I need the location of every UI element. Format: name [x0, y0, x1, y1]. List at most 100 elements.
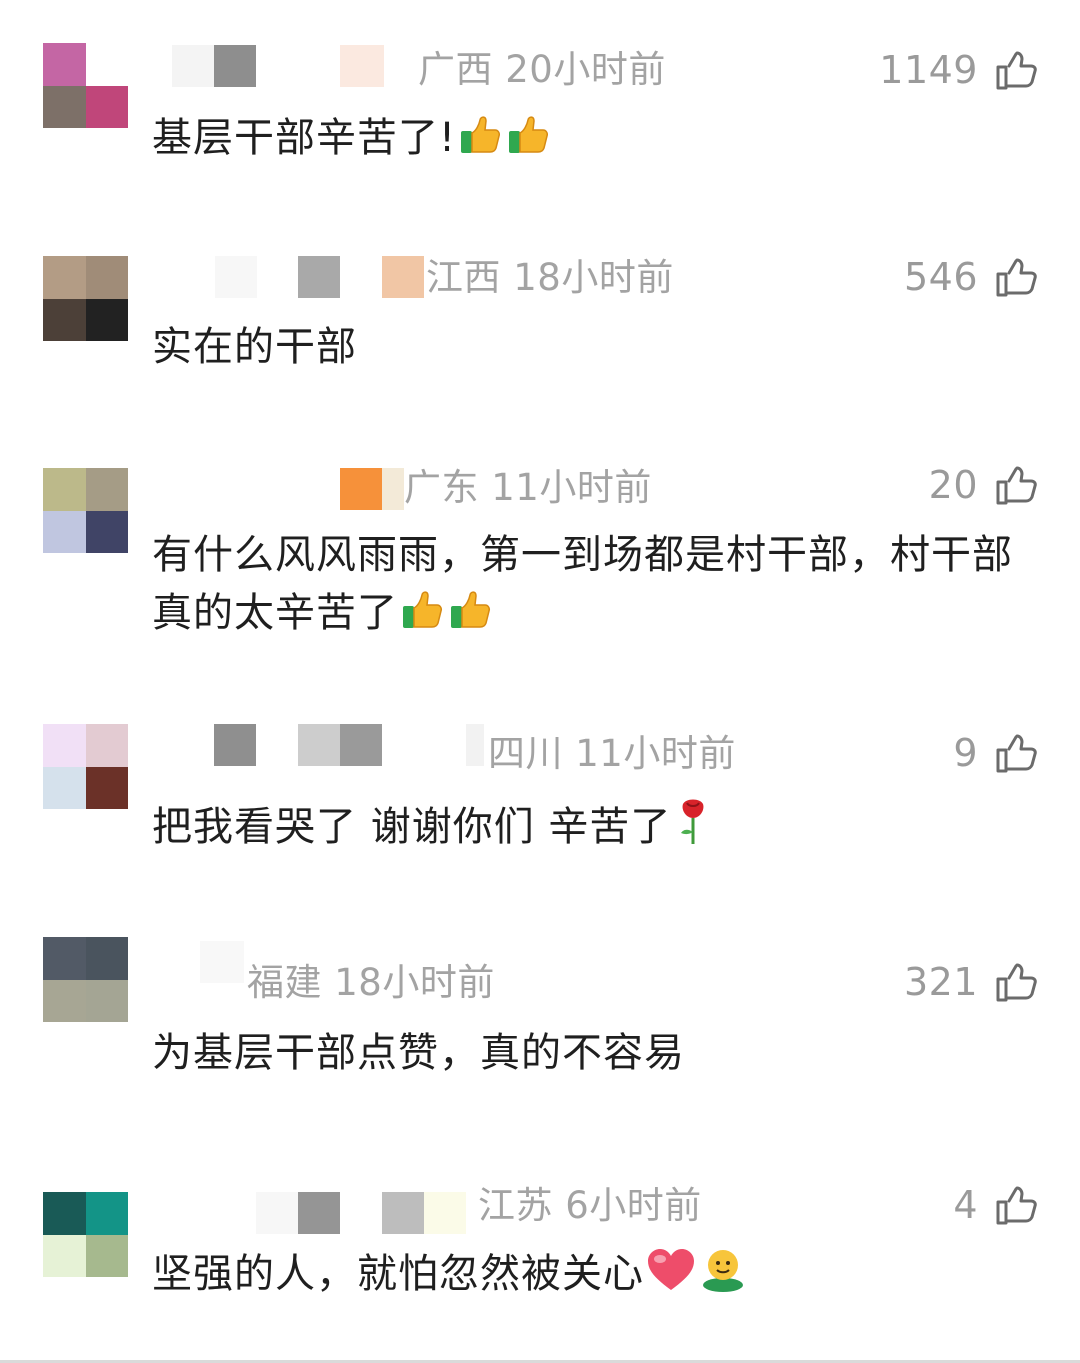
avatar-pixel	[85, 468, 128, 511]
comment-body: 把我看哭了 谢谢你们 辛苦了	[152, 796, 1020, 862]
comment-location: 福建	[247, 961, 322, 1004]
thumbs-up-icon	[996, 258, 1037, 297]
like-button[interactable]: 546	[904, 254, 1038, 300]
comment-text: 有什么风风雨雨，第一到场都是村干部，村干部真的太辛苦了	[152, 532, 1013, 636]
comment-body: 坚强的人，就怕忽然被关心	[152, 1245, 1020, 1309]
avatar-pixel	[43, 724, 86, 767]
avatar[interactable]	[43, 724, 128, 809]
comment-text: 为基层干部点赞，真的不容易	[152, 1030, 685, 1076]
thumbs-up-icon	[996, 51, 1037, 90]
comment-meta: 广西 20小时前	[418, 50, 666, 90]
thumbs-up-icon	[996, 734, 1037, 773]
thumbs-up-emoji	[448, 586, 494, 648]
username-redacted	[214, 45, 256, 87]
username-redacted	[340, 45, 384, 87]
username-redacted	[382, 1192, 424, 1234]
comment-location: 江西	[426, 256, 501, 299]
comment-text: 实在的干部	[152, 324, 357, 370]
avatar-pixel	[85, 510, 128, 553]
comment-time: 20小时前	[505, 48, 666, 91]
username-redacted	[340, 468, 382, 510]
comment-location: 四川	[488, 732, 563, 775]
heart-emoji	[646, 1247, 696, 1309]
comment-body: 有什么风风雨雨，第一到场都是村干部，村干部真的太辛苦了	[152, 526, 1020, 648]
avatar-pixel	[43, 43, 86, 86]
username-redacted	[214, 724, 256, 766]
avatar-pixel	[85, 1234, 128, 1277]
comment-text: 坚强的人，就怕忽然被关心	[152, 1251, 644, 1297]
avatar-pixel	[43, 766, 86, 809]
avatar-pixel	[43, 85, 86, 128]
like-button[interactable]: 9	[953, 730, 1038, 776]
like-count: 1149	[879, 48, 978, 92]
comment-location: 广东	[404, 466, 479, 509]
username-redacted	[424, 1192, 466, 1234]
avatar-pixel	[85, 85, 128, 128]
like-button[interactable]: 4	[953, 1182, 1038, 1228]
thumbs-up-emoji	[458, 111, 504, 173]
avatar-pixel	[43, 256, 86, 299]
comment-meta: 广东 11小时前	[404, 468, 652, 508]
avatar[interactable]	[43, 256, 128, 341]
like-count: 4	[953, 1183, 978, 1227]
comment-text: 基层干部辛苦了!	[152, 115, 457, 161]
username-redacted	[200, 941, 244, 983]
comment-meta: 福建 18小时前	[247, 963, 495, 1003]
avatar-pixel	[85, 1192, 128, 1235]
username-redacted	[466, 724, 484, 766]
green-face-emoji	[698, 1245, 748, 1309]
avatar-pixel	[85, 766, 128, 809]
comment-location: 广西	[418, 48, 493, 91]
comment-meta: 江西 18小时前	[426, 258, 674, 298]
avatar-pixel	[85, 724, 128, 767]
username-redacted	[382, 256, 424, 298]
avatar[interactable]	[43, 468, 128, 553]
username-redacted	[382, 468, 404, 510]
like-button[interactable]: 20	[929, 462, 1038, 508]
thumbs-up-icon	[996, 963, 1037, 1002]
username-redacted	[298, 256, 340, 298]
comment-time: 11小时前	[491, 466, 652, 509]
avatar[interactable]	[43, 43, 128, 128]
like-button[interactable]: 1149	[879, 47, 1038, 93]
comment-text: 把我看哭了 谢谢你们 辛苦了	[152, 804, 672, 850]
avatar-pixel	[85, 256, 128, 299]
avatar-pixel	[43, 937, 86, 980]
comment-meta: 江苏 6小时前	[478, 1186, 702, 1226]
like-count: 546	[903, 255, 978, 299]
comment-time: 18小时前	[334, 961, 495, 1004]
avatar-pixel	[43, 298, 86, 341]
avatar-pixel	[43, 1192, 86, 1235]
rose-emoji	[673, 796, 713, 862]
thumbs-up-icon	[996, 1186, 1037, 1225]
username-redacted	[215, 256, 257, 298]
like-count: 321	[903, 960, 978, 1004]
thumbs-up-emoji	[506, 111, 552, 173]
comment-time: 6小时前	[565, 1184, 702, 1227]
username-redacted	[298, 1192, 340, 1234]
avatar-pixel	[43, 1234, 86, 1277]
username-redacted	[256, 1192, 298, 1234]
thumbs-up-emoji	[400, 586, 446, 648]
avatar[interactable]	[43, 937, 128, 1022]
like-count: 20	[928, 463, 978, 507]
avatar-pixel	[43, 979, 86, 1022]
avatar-pixel	[85, 43, 128, 86]
comment-location: 江苏	[478, 1184, 553, 1227]
avatar-pixel	[85, 979, 128, 1022]
comment-time: 11小时前	[575, 732, 736, 775]
like-button[interactable]: 321	[904, 959, 1038, 1005]
avatar-pixel	[85, 298, 128, 341]
comment-body: 实在的干部	[152, 318, 1020, 376]
avatar-pixel	[85, 937, 128, 980]
avatar[interactable]	[43, 1192, 128, 1277]
like-count: 9	[953, 731, 978, 775]
username-redacted	[172, 45, 214, 87]
avatar-pixel	[43, 468, 86, 511]
username-redacted	[340, 724, 382, 766]
comment-body: 基层干部辛苦了!	[152, 109, 1020, 173]
comment-body: 为基层干部点赞，真的不容易	[152, 1024, 1020, 1082]
comment-time: 18小时前	[513, 256, 674, 299]
comment-meta: 四川 11小时前	[488, 734, 736, 774]
avatar-pixel	[43, 510, 86, 553]
